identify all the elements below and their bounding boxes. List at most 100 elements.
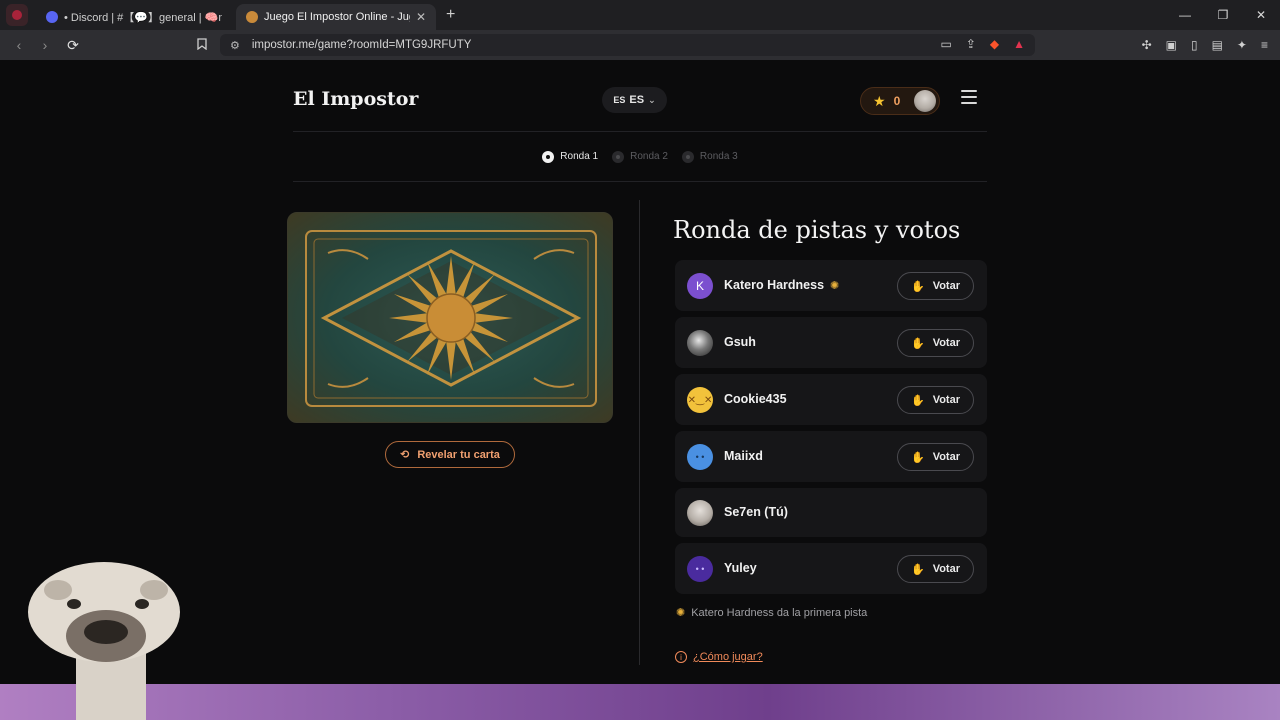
vote-button[interactable]: ✋ Votar [897, 555, 974, 583]
round-3: Ronda 3 [681, 150, 738, 163]
player-name: Maiixd [724, 449, 763, 463]
hand-icon: ✋ [910, 563, 925, 576]
share-icon[interactable]: ⇪ [966, 37, 976, 51]
vote-button[interactable]: ✋ Votar [897, 329, 974, 357]
forward-icon[interactable]: › [32, 37, 58, 53]
round-dot-icon [542, 150, 555, 163]
address-bar[interactable]: ⚙ impostor.me/game?roomId=MTG9JRFUTY ▭ ⇪… [220, 34, 1035, 56]
user-avatar[interactable] [914, 90, 936, 112]
player-row: K Katero Hardness ✺ ✋ Votar [675, 260, 987, 311]
hand-icon: ✋ [910, 337, 925, 350]
browser-toolbar: ‹ › ⟳ ⚙ impostor.me/game?roomId=MTG9JRFU… [0, 30, 1280, 60]
player-name: Yuley [724, 561, 757, 575]
address-bar-actions: ▭ ⇪ ◆ ▲ [940, 37, 1025, 51]
wallet-icon[interactable]: ▤ [1212, 38, 1223, 52]
vote-button[interactable]: ✋ Votar [897, 386, 974, 414]
window-controls: — ❐ ✕ [1166, 0, 1280, 30]
player-avatar [687, 500, 713, 526]
minimize-icon[interactable]: — [1166, 0, 1204, 30]
info-icon: i [675, 651, 687, 663]
browser-menu-icon[interactable]: ≡ [1261, 38, 1268, 52]
site-logo[interactable]: El Impostor [293, 88, 418, 110]
player-name: Gsuh [724, 335, 756, 349]
tab-impostor[interactable]: Juego El Impostor Online - Jugar ✕ [236, 4, 436, 30]
column-divider [639, 200, 640, 665]
secret-card[interactable] [287, 212, 613, 423]
bookmark-icon[interactable] [197, 38, 207, 53]
site-header: El Impostor ES ES ⌄ ★ 0 [293, 78, 987, 132]
browser-profile-icon[interactable] [6, 4, 28, 26]
round-progress: Ronda 1 Ronda 2 Ronda 3 [293, 132, 987, 182]
close-tab-icon[interactable]: ✕ [416, 10, 426, 24]
stream-overlay-bar [0, 684, 1280, 720]
sun-icon: ✺ [830, 280, 840, 292]
new-tab-button[interactable]: + [446, 6, 455, 24]
player-row: ✕‿✕ Cookie435 ✋ Votar [675, 374, 987, 425]
player-name: Cookie435 [724, 392, 787, 406]
close-window-icon[interactable]: ✕ [1242, 0, 1280, 30]
vote-button[interactable]: ✋ Votar [897, 443, 974, 471]
hand-icon: ✋ [910, 451, 925, 464]
tab-title: • Discord | #【💬】general | 🧠n't [64, 12, 222, 24]
panel-title: Ronda de pistas y votos [673, 216, 961, 244]
vote-button[interactable]: ✋ Votar [897, 272, 974, 300]
player-name: Katero Hardness ✺ [724, 278, 839, 292]
refresh-icon: ⟲ [400, 449, 410, 461]
back-icon[interactable]: ‹ [6, 37, 32, 53]
language-selector[interactable]: ES ES ⌄ [602, 87, 667, 113]
restore-icon[interactable]: ❐ [1204, 0, 1242, 30]
how-to-play-label: ¿Cómo jugar? [693, 651, 763, 663]
game-page: El Impostor ES ES ⌄ ★ 0 Ronda 1 Ronda 2 … [0, 60, 1280, 720]
sun-icon: ✺ [676, 607, 686, 619]
round-1: Ronda 1 [542, 150, 599, 163]
player-name-text: Katero Hardness [724, 278, 825, 292]
dog-overlay-image [28, 562, 180, 720]
vote-label: Votar [932, 280, 960, 292]
brave-shield-icon[interactable]: ◆ [990, 37, 999, 51]
extensions-icon[interactable]: ✣ [1142, 38, 1152, 52]
vote-label: Votar [932, 337, 960, 349]
chevron-down-icon: ⌄ [648, 94, 656, 105]
hint-text: Katero Hardness da la primera pista [691, 606, 868, 619]
round-label: Ronda 1 [560, 151, 599, 162]
star-icon: ★ [873, 92, 886, 109]
tab-discord[interactable]: • Discord | #【💬】general | 🧠n't [36, 4, 232, 30]
language-code: ES [629, 94, 645, 106]
sidebar-icon[interactable]: ▯ [1191, 38, 1198, 52]
player-avatar [687, 330, 713, 356]
reveal-card-label: Revelar tu carta [417, 448, 500, 461]
browser-tab-bar: • Discord | #【💬】general | 🧠n't Juego El … [0, 0, 1280, 30]
player-avatar: • • [687, 444, 713, 470]
round-dot-icon [612, 150, 625, 163]
player-avatar: K [687, 273, 713, 299]
score-value: 0 [893, 94, 901, 108]
hamburger-menu-icon[interactable] [961, 90, 977, 108]
player-name: Se7en (Tú) [724, 505, 788, 519]
player-row: • • Maiixd ✋ Votar [675, 431, 987, 482]
screenshot-icon[interactable]: ▣ [1166, 38, 1177, 52]
round-2: Ronda 2 [612, 150, 668, 163]
player-avatar: ✕‿✕ [687, 387, 713, 413]
first-clue-hint: ✺ Katero Hardness da la primera pista [676, 606, 868, 620]
hand-icon: ✋ [910, 394, 925, 407]
tab-title: Juego El Impostor Online - Jugar [264, 11, 410, 23]
discord-favicon-icon [46, 11, 58, 23]
brave-rewards-icon[interactable]: ▲ [1013, 37, 1025, 51]
language-flag: ES [613, 95, 626, 105]
site-settings-icon[interactable]: ⚙ [230, 39, 240, 52]
leo-ai-icon[interactable]: ✦ [1237, 38, 1247, 52]
round-label: Ronda 2 [630, 151, 668, 162]
how-to-play-link[interactable]: i ¿Cómo jugar? [675, 651, 763, 663]
hand-icon: ✋ [910, 280, 925, 293]
browser-extensions: ✣ ▣ ▯ ▤ ✦ ≡ [1142, 38, 1268, 52]
card-back-sun-icon [305, 230, 597, 407]
reload-icon[interactable]: ⟳ [60, 37, 86, 54]
url-text: impostor.me/game?roomId=MTG9JRFUTY [251, 39, 472, 51]
player-row: • • Yuley ✋ Votar [675, 543, 987, 594]
reveal-card-button[interactable]: ⟲ Revelar tu carta [385, 441, 515, 468]
cast-icon[interactable]: ▭ [940, 37, 951, 51]
impostor-favicon-icon [246, 11, 258, 23]
player-avatar: • • [687, 556, 713, 582]
round-label: Ronda 3 [699, 151, 738, 162]
score-badge[interactable]: ★ 0 [860, 87, 940, 115]
